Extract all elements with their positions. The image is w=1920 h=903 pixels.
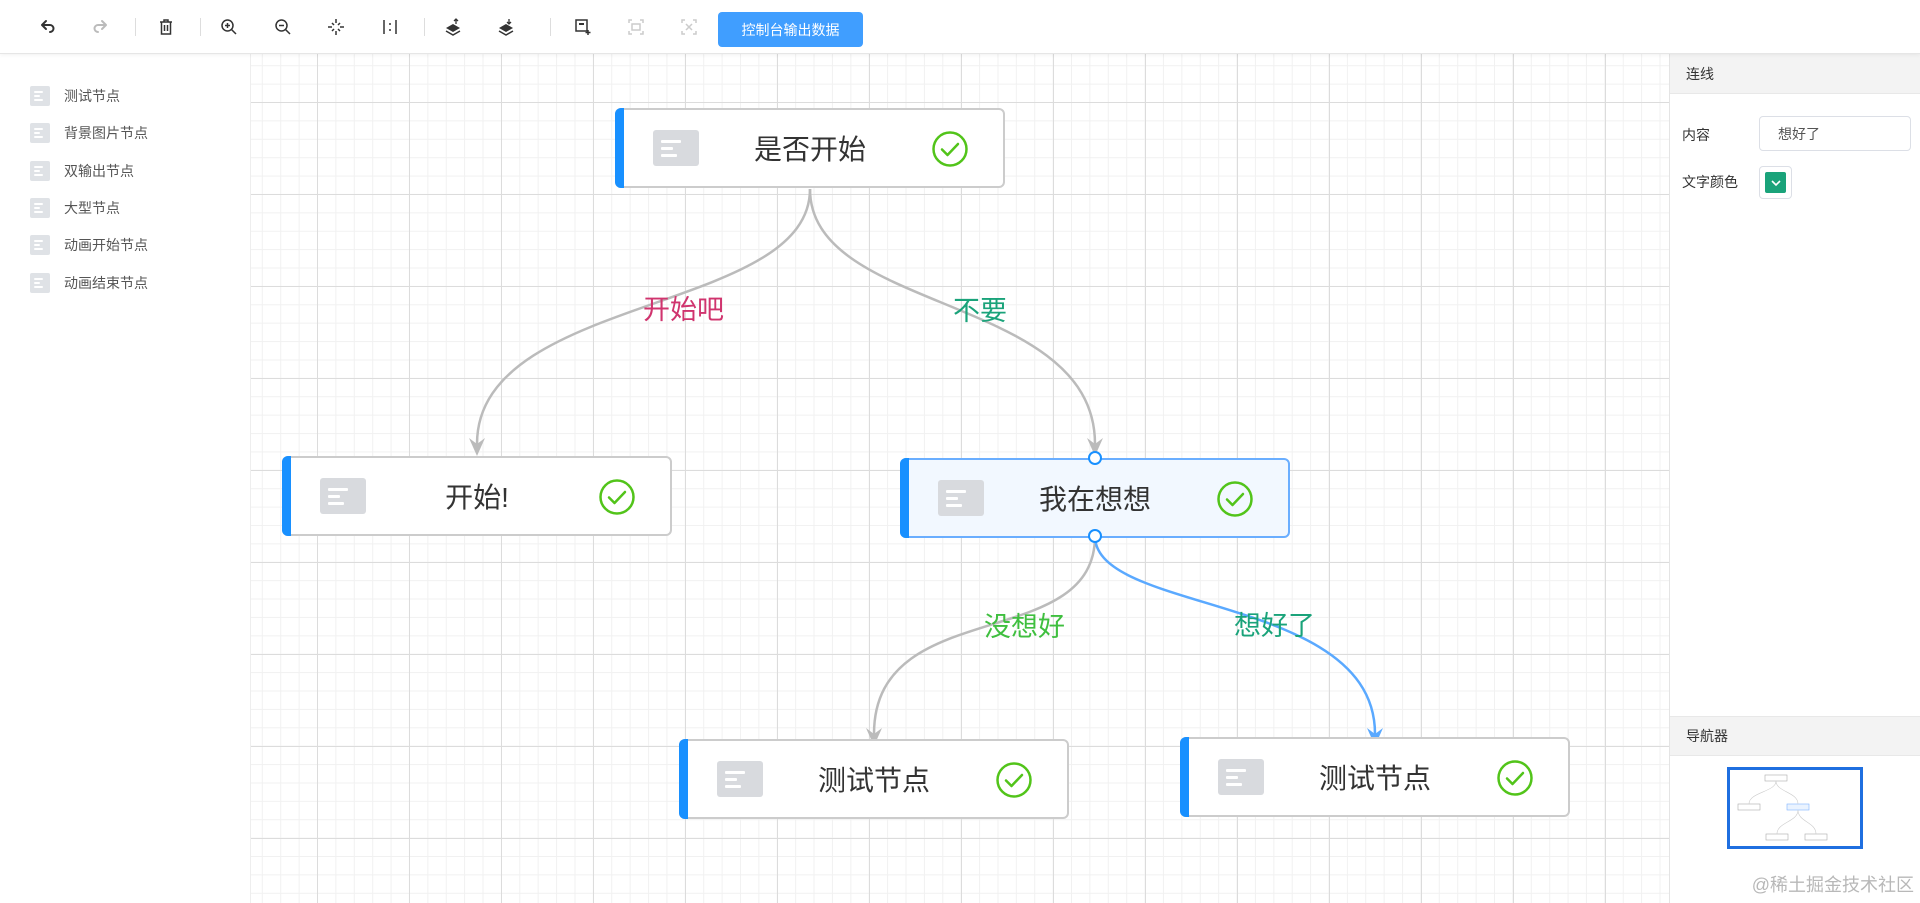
stencil-item-label: 双输出节点 [64,163,134,179]
flow-node[interactable]: 是否开始 [615,108,1005,188]
navigator-minimap[interactable] [1727,767,1863,849]
toolbar-divider [550,18,551,36]
stencil-item-anim-start-node[interactable]: 动画开始节点 [30,233,148,257]
node-output-port[interactable] [1088,529,1102,543]
flow-node[interactable]: 开始! [282,456,672,536]
send-to-back-icon [498,19,514,36]
check-circle-icon [599,479,635,515]
console-output-button[interactable]: 控制台输出数据 [718,12,863,47]
text-color-picker[interactable] [1759,166,1792,199]
stencil-item-test-node[interactable]: 测试节点 [30,84,120,108]
check-circle-icon [932,131,968,167]
stencil-item-label: 动画结束节点 [64,275,148,291]
properties-panel: 连线 内容 文字颜色 导航器 @稀土掘金技术社区 [1669,54,1920,903]
stencil-item-label: 测试节点 [64,88,120,104]
node-accent-bar [282,456,291,536]
zoom-in-button[interactable] [215,13,243,41]
node-icon [653,130,699,166]
zoom-out-button[interactable] [269,13,297,41]
node-icon [30,86,50,106]
node-accent-bar [679,739,688,819]
node-icon [717,761,763,797]
to-front-button[interactable] [439,13,467,41]
edge-label-ready[interactable]: 想好了 [1234,604,1315,643]
edge-label-no[interactable]: 不要 [953,289,1007,328]
panel-title: 连线 [1670,54,1920,94]
node-title: 测试节点 [1318,763,1431,794]
stencil-item-label: 动画开始节点 [64,237,148,253]
toolbar-divider [200,18,201,36]
node-title: 开始! [445,482,509,513]
edge-label-start[interactable]: 开始吧 [643,288,724,327]
fit-center-icon [328,19,344,35]
delete-button[interactable] [152,13,180,41]
toolbar: 控制台输出数据 [0,0,1920,54]
zoom-in-icon [221,19,237,35]
content-input[interactable] [1759,116,1911,151]
chevron-down-icon [1770,179,1781,186]
node-title: 是否开始 [753,134,866,165]
node-accent-bar [615,108,624,188]
node-title: 我在想想 [1038,484,1151,515]
node-icon [30,123,50,143]
ungroup-icon [681,19,697,35]
node-input-port[interactable] [1088,451,1102,465]
stencil-item-label: 大型节点 [64,200,120,216]
stencil-item-label: 背景图片节点 [64,125,148,141]
node-icon [30,235,50,255]
text-color-label: 文字颜色 [1682,174,1738,190]
node-icon [30,198,50,218]
undo-icon [41,20,55,33]
to-back-button[interactable] [492,13,520,41]
select-icon [575,19,591,35]
flow-node[interactable]: 测试节点 [1180,737,1570,817]
check-circle-icon [1497,760,1533,796]
flow-node[interactable]: 测试节点 [679,739,1069,819]
graph-canvas[interactable]: 开始吧 不要 没想好 想好了 是否开始 开始! 我在想想 测试节点 测试节点 [251,54,1669,903]
select-all-button[interactable] [569,13,597,41]
color-swatch [1765,172,1786,193]
zoom-out-icon [275,19,291,35]
stencil-item-dual-output-node[interactable]: 双输出节点 [30,159,134,183]
stencil-item-anim-end-node[interactable]: 动画结束节点 [30,271,148,295]
redo-icon [93,20,107,33]
trash-icon [160,19,172,35]
navigator-title: 导航器 [1670,716,1920,756]
actual-size-button[interactable] [376,13,404,41]
flow-node-selected[interactable]: 我在想想 [900,458,1290,538]
stencil-item-bg-image-node[interactable]: 背景图片节点 [30,121,148,145]
watermark: @稀土掘金技术社区 [1751,875,1914,895]
fit-button[interactable] [322,13,350,41]
node-icon [320,478,366,514]
toolbar-divider [135,18,136,36]
minimap-preview [1737,774,1828,841]
bring-to-front-icon [445,18,461,36]
stencil-sidebar: 测试节点 背景图片节点 双输出节点 大型节点 动画开始节点 动画结束节点 [0,54,251,903]
node-icon [938,480,984,516]
redo-button[interactable] [87,13,115,41]
actual-size-icon [383,20,397,34]
group-button[interactable] [622,13,650,41]
node-accent-bar [900,458,909,538]
ungroup-button[interactable] [675,13,703,41]
node-title: 测试节点 [817,765,930,796]
toolbar-divider [424,18,425,36]
node-icon [1218,759,1264,795]
group-icon [628,19,644,35]
undo-button[interactable] [33,13,61,41]
node-icon [30,161,50,181]
check-circle-icon [996,762,1032,798]
check-circle-icon [1217,481,1253,517]
edge-label-not-ready[interactable]: 没想好 [984,605,1065,644]
content-label: 内容 [1682,127,1710,143]
node-accent-bar [1180,737,1189,817]
node-icon [30,273,50,293]
stencil-item-large-node[interactable]: 大型节点 [30,196,120,220]
